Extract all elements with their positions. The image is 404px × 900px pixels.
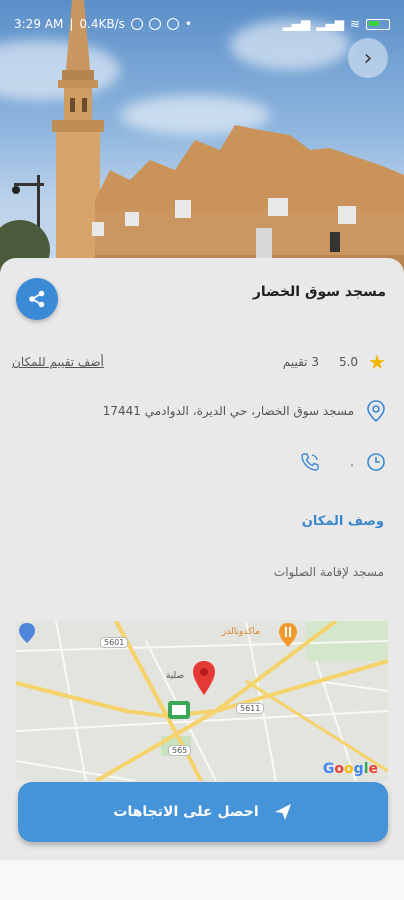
map-label-mcdonalds: ماكدونالدز	[222, 627, 260, 637]
clock-icon	[367, 453, 385, 471]
rating-row: ★ 5.0 3 تقييم أضف تقييم للمكان	[12, 350, 386, 374]
status-bar: 3:29 AM | 0.4KB/s • ▂▄▆ ▂▄▆ ≋	[0, 0, 404, 48]
address-text: مسجد سوق الخضار، حي الديرة، الدوادمي 174…	[102, 404, 354, 418]
contact-row: .	[12, 452, 386, 472]
more-notifications-icon: •	[184, 17, 192, 31]
get-directions-label: احصل على الاتجاهات	[113, 804, 259, 820]
hours-text: .	[350, 455, 354, 469]
add-rating-link[interactable]: أضف تقييم للمكان	[12, 355, 104, 369]
road-number: 565	[168, 745, 192, 756]
back-button[interactable]: ›	[348, 38, 388, 78]
place-details-card: مسجد سوق الخضار ★ 5.0 3 تقييم أضف تقييم …	[0, 258, 404, 860]
description-heading: وصف المكان	[301, 514, 384, 529]
map-label-place: صلية	[166, 671, 185, 681]
road-number: 5601	[100, 637, 129, 648]
star-icon: ★	[368, 350, 386, 374]
battery-icon	[366, 18, 390, 30]
sync-icon	[148, 18, 161, 30]
get-directions-button[interactable]: احصل على الاتجاهات	[18, 782, 388, 842]
status-network-speed: 0.4KB/s	[79, 17, 125, 31]
google-logo: Google	[322, 761, 378, 777]
send-arrow-icon	[274, 804, 291, 820]
map-marker-blue-icon	[19, 623, 35, 643]
road-number: 5611	[236, 703, 265, 714]
chevron-right-icon: ›	[363, 45, 373, 71]
rating-count: 3 تقييم	[282, 355, 319, 369]
status-separator: |	[69, 17, 74, 31]
location-pin-icon	[367, 400, 385, 422]
location-map[interactable]: 5601 5611 565 ماكدونالدز صلية Google	[16, 621, 388, 781]
restaurant-icon	[279, 623, 297, 647]
address-row: مسجد سوق الخضار، حي الديرة، الدوادمي 174…	[12, 400, 386, 422]
description-text: مسجد لإقامة الصلوات	[273, 565, 384, 579]
shop-icon	[168, 701, 190, 719]
bottom-nav-bar	[0, 860, 404, 900]
place-title: مسجد سوق الخضار	[252, 284, 386, 300]
phone-icon[interactable]	[300, 452, 320, 472]
place-photo: 3:29 AM | 0.4KB/s • ▂▄▆ ▂▄▆ ≋ ›	[0, 0, 404, 290]
signal2-icon: ▂▄▆	[316, 17, 344, 31]
map-roads	[16, 621, 388, 781]
signal-icon: ▂▄▆	[282, 17, 311, 31]
status-time: 3:29 AM	[14, 17, 64, 31]
share-button[interactable]	[16, 278, 58, 320]
rating-value: 5.0	[338, 355, 359, 369]
wifi-icon: ≋	[349, 17, 360, 31]
location-pin-red-icon	[193, 661, 215, 695]
alarm-icon	[130, 18, 143, 30]
app-notification-icon	[166, 18, 179, 30]
share-icon	[29, 290, 45, 308]
